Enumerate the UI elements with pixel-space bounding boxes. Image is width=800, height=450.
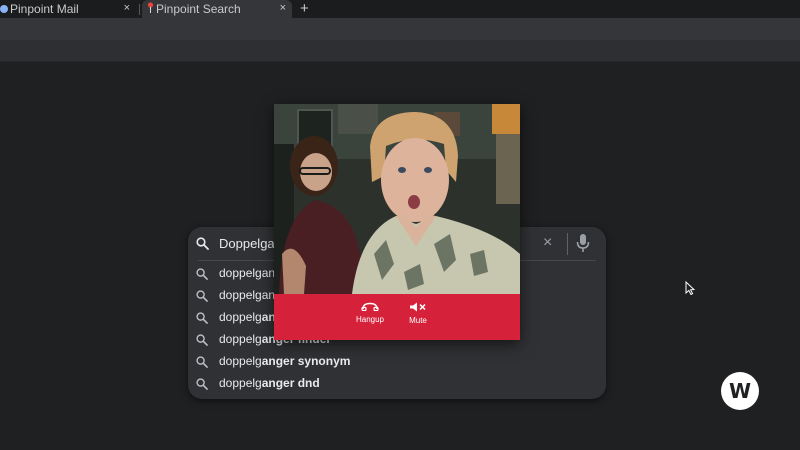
mic-icon[interactable] — [576, 233, 590, 258]
bookmarks-bar — [0, 40, 800, 62]
search-input[interactable]: Doppelgan — [219, 236, 282, 251]
watermark-logo: W — [721, 372, 759, 410]
new-tab-button[interactable]: + — [300, 0, 309, 18]
suggestion-item[interactable]: doppelganger synonym — [188, 350, 606, 372]
divider — [567, 233, 568, 255]
mail-icon — [0, 5, 8, 13]
suggestion-text: doppelgang — [219, 266, 282, 280]
tab-close-icon[interactable]: × — [280, 2, 286, 14]
tab-separator — [139, 4, 140, 15]
video-feed — [274, 104, 520, 294]
search-icon — [196, 377, 208, 395]
hangup-icon — [361, 302, 379, 313]
tab-title: Pinpoint Mail — [10, 2, 79, 16]
tab-close-icon[interactable]: × — [124, 2, 130, 14]
pin-icon — [147, 2, 155, 16]
address-toolbar — [0, 18, 800, 40]
search-icon — [196, 355, 208, 373]
search-icon — [196, 311, 208, 329]
watermark-letter: W — [728, 379, 752, 403]
search-icon — [196, 333, 208, 351]
hangup-label: Hangup — [355, 315, 385, 324]
clear-icon[interactable]: × — [543, 234, 552, 252]
mute-button[interactable]: Mute — [393, 302, 443, 325]
search-icon — [196, 267, 208, 285]
tab-pinpoint-search[interactable]: Pinpoint Search × — [142, 0, 292, 18]
call-controls: Hangup Mute — [274, 294, 520, 340]
search-icon — [196, 237, 209, 255]
suggestion-item[interactable]: doppelganger dnd — [188, 372, 606, 394]
cursor-icon — [685, 280, 696, 300]
tab-pinpoint-mail[interactable]: Pinpoint Mail × — [0, 0, 136, 18]
mute-label: Mute — [409, 316, 427, 325]
mute-icon — [409, 302, 427, 314]
hangup-button[interactable]: Hangup — [345, 302, 395, 324]
tab-title: Pinpoint Search — [156, 2, 241, 16]
search-icon — [196, 289, 208, 307]
suggestion-text: doppelgang — [219, 288, 282, 302]
tab-strip: Pinpoint Mail × Pinpoint Search × + — [0, 0, 800, 18]
desktop: Pinpoint Mail × Pinpoint Search × + Dopp… — [0, 0, 800, 450]
suggestion-text: doppelganger synonym — [219, 354, 351, 368]
video-call-window: Hangup Mute — [274, 104, 520, 340]
suggestion-text: doppelganger dnd — [219, 376, 320, 390]
